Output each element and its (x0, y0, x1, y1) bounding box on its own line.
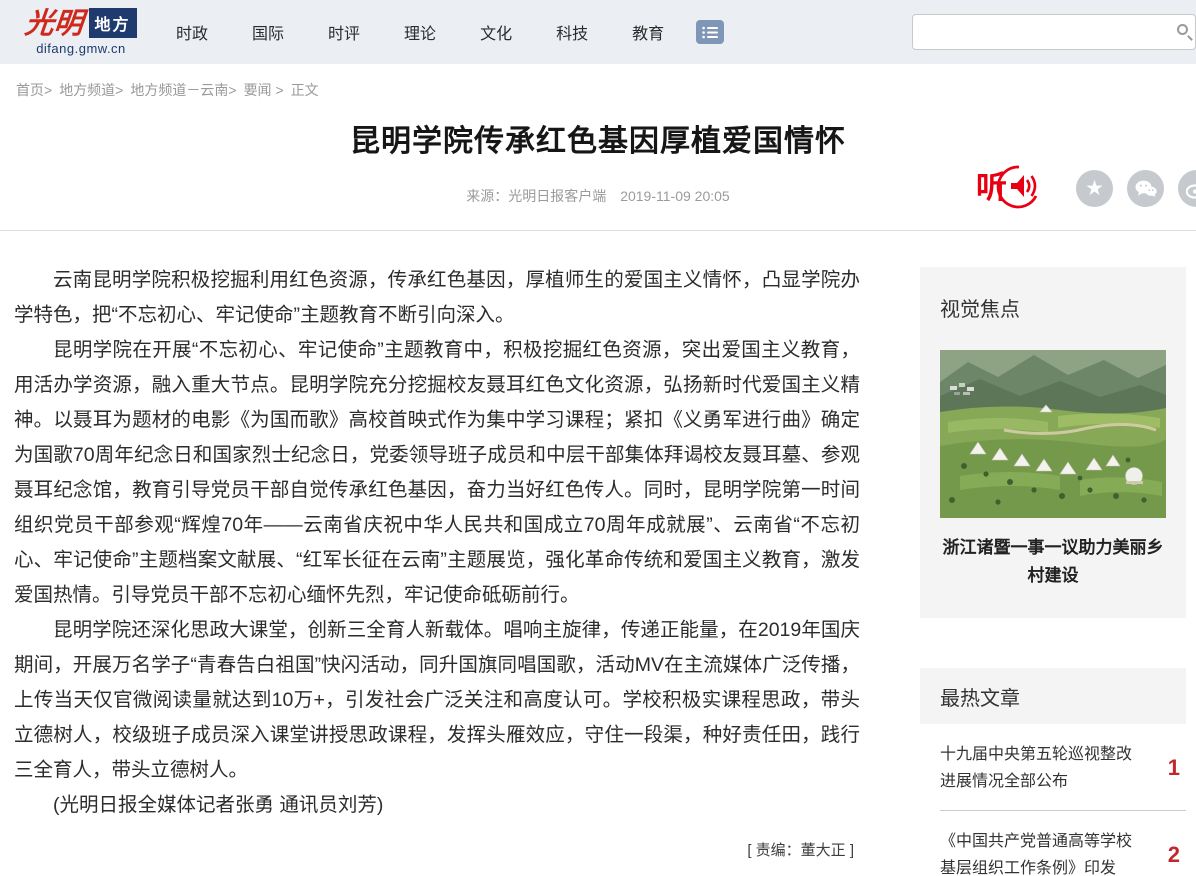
weibo-icon (1186, 179, 1196, 199)
sidebar-gap (920, 618, 1186, 668)
logo-section-badge: 地方 (89, 8, 137, 38)
nav-item[interactable]: 国际 (252, 20, 284, 44)
nav-item[interactable]: 文化 (480, 20, 512, 44)
listen-audio-button[interactable]: 听 (976, 164, 1038, 216)
visual-focus-panel: 视觉焦点 (920, 267, 1186, 618)
share-weibo-button[interactable] (1178, 170, 1196, 207)
share-wechat-button[interactable] (1127, 170, 1164, 207)
hot-article-title[interactable]: 十九届中央第五轮巡视整改进展情况全部公布 (940, 741, 1138, 795)
article-header: 昆明学院传承红色基因厚植爱国情怀 来源：光明日报客户端 2019-11-09 2… (0, 116, 1196, 206)
article-paragraph: 昆明学院还深化思政大课堂，创新三全育人新载体。唱响主旋律，传递正能量，在2019… (14, 613, 860, 788)
article-datetime: 2019-11-09 20:05 (620, 188, 730, 204)
nav-item[interactable]: 理论 (404, 20, 436, 44)
page-title: 昆明学院传承红色基因厚植爱国情怀 (0, 116, 1196, 160)
qzone-star-icon: ★ (1085, 178, 1104, 199)
article-paragraph: 昆明学院在开展“不忘初心、牢记使命”主题教育中，积极挖掘红色资源，突出爱国主义教… (14, 333, 860, 613)
hot-article-rank: 2 (1168, 842, 1186, 868)
logo-brand-script: 光明 (24, 9, 85, 38)
hot-articles-title: 最热文章 (920, 668, 1186, 724)
article-source: 来源：光明日报客户端 (466, 188, 606, 204)
search-input[interactable] (912, 14, 1196, 50)
nav-item[interactable]: 科技 (556, 20, 588, 44)
hot-article-item[interactable]: 《中国共产党普通高等学校基层组织工作条例》印发 2 (940, 811, 1186, 876)
breadcrumb-link[interactable]: 首页> (16, 80, 52, 100)
breadcrumb-link[interactable]: 要闻 > (244, 80, 284, 100)
article-body: 云南昆明学院积极挖掘利用红色资源，传承红色基因，厚植师生的爱国主义情怀，凸显学院… (14, 263, 860, 876)
breadcrumb-link[interactable]: 正文 (291, 80, 319, 100)
hot-article-rank: 1 (1168, 755, 1186, 781)
article-paragraph: (光明日报全媒体记者张勇 通讯员刘芳) (14, 788, 860, 823)
search-box (912, 14, 1196, 50)
article-paragraph: 云南昆明学院积极挖掘利用红色资源，传承红色基因，厚植师生的爱国主义情怀，凸显学院… (14, 263, 860, 333)
nav-item[interactable]: 教育 (632, 20, 664, 44)
main-content: 云南昆明学院积极挖掘利用红色资源，传承红色基因，厚植师生的爱国主义情怀，凸显学院… (0, 231, 1196, 876)
editor-credit: [ 责编：董大正 ] (14, 839, 860, 860)
page: 光明 地方 difang.gmw.cn 时政 国际 时评 理论 文化 科技 教育 首页> 地方… (0, 0, 1196, 876)
focus-photo-tea-plantation[interactable] (940, 350, 1166, 518)
menu-list-icon[interactable] (696, 20, 724, 44)
focus-caption-link[interactable]: 浙江诸暨一事一议助力美丽乡村建设 (940, 534, 1166, 590)
list-icon (702, 26, 718, 39)
breadcrumb-link[interactable]: 地方频道－云南> (130, 80, 236, 100)
logo-domain: difang.gmw.cn (12, 41, 150, 56)
hot-article-title[interactable]: 《中国共产党普通高等学校基层组织工作条例》印发 (940, 828, 1138, 876)
main-nav: 时政 国际 时评 理论 文化 科技 教育 (176, 20, 664, 44)
share-buttons: ★ (1076, 170, 1196, 207)
breadcrumb-link[interactable]: 地方频道> (59, 80, 123, 100)
listen-speaker-icon: 听 (976, 164, 1038, 211)
hot-articles-list: 十九届中央第五轮巡视整改进展情况全部公布 1 《中国共产党普通高等学校基层组织工… (920, 724, 1186, 876)
article-paragraphs: 云南昆明学院积极挖掘利用红色资源，传承红色基因，厚植师生的爱国主义情怀，凸显学院… (14, 263, 860, 823)
wechat-icon (1135, 180, 1157, 197)
nav-item[interactable]: 时评 (328, 20, 360, 44)
sidebar: 视觉焦点 (920, 267, 1186, 876)
hot-article-item[interactable]: 十九届中央第五轮巡视整改进展情况全部公布 1 (940, 724, 1186, 811)
breadcrumb: 首页> 地方频道> 地方频道－云南> 要闻 > 正文 (0, 64, 1196, 100)
visual-focus-title: 视觉焦点 (940, 293, 1166, 322)
search-icon[interactable] (1177, 24, 1188, 35)
site-header: 光明 地方 difang.gmw.cn 时政 国际 时评 理论 文化 科技 教育 (0, 0, 1196, 64)
nav-item[interactable]: 时政 (176, 20, 208, 44)
site-logo[interactable]: 光明 地方 difang.gmw.cn (12, 8, 150, 56)
share-qzone-button[interactable]: ★ (1076, 170, 1113, 207)
